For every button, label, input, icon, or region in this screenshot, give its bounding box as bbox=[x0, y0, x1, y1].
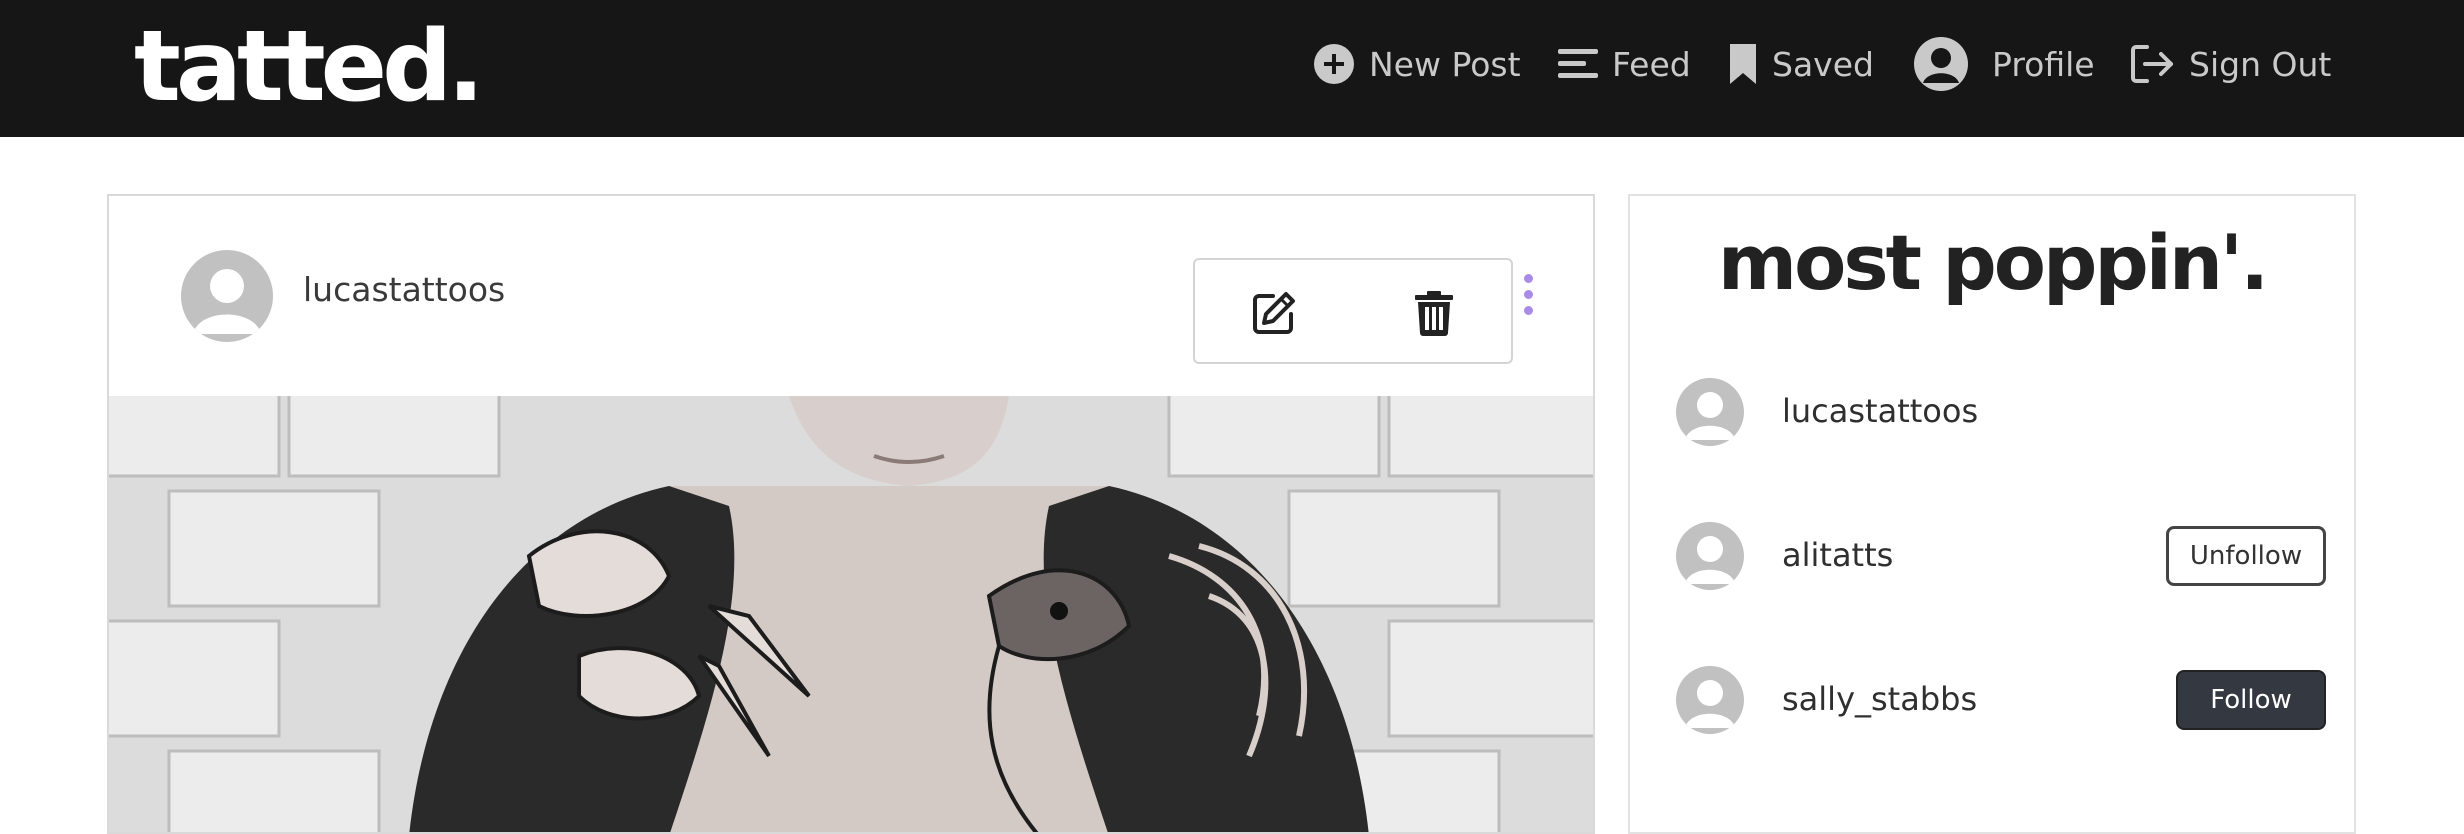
brand-logo[interactable]: tatted. bbox=[134, 6, 485, 128]
nav-saved[interactable]: Saved bbox=[1728, 38, 1874, 90]
edit-post-button[interactable] bbox=[1249, 288, 1299, 338]
plus-circle-icon bbox=[1314, 44, 1354, 84]
sidebar-title: most poppin'. bbox=[1717, 218, 2269, 307]
nav-profile-label: Profile bbox=[1992, 44, 2095, 84]
nav-sign-out-label: Sign Out bbox=[2189, 44, 2332, 84]
unfollow-button[interactable]: Unfollow bbox=[2166, 526, 2326, 586]
tattoo-photo bbox=[109, 396, 1593, 832]
nav-feed[interactable]: Feed bbox=[1558, 38, 1691, 90]
top-navbar: tatted. New Post Feed Saved Profile Sign… bbox=[0, 0, 2464, 137]
post-actions-panel bbox=[1193, 258, 1513, 364]
post-card: lucastattoos bbox=[107, 194, 1595, 834]
most-poppin-sidebar: most poppin'. lucastattoos alitatts Unfo… bbox=[1628, 194, 2356, 834]
feed-lines-icon bbox=[1558, 49, 1598, 78]
default-avatar-icon bbox=[1685, 392, 1735, 440]
nav-feed-label: Feed bbox=[1612, 44, 1691, 84]
user-avatar[interactable] bbox=[1676, 666, 1744, 734]
sign-out-icon bbox=[2131, 45, 2173, 83]
kebab-menu-icon[interactable] bbox=[1521, 274, 1535, 318]
user-username[interactable]: sally_stabbs bbox=[1782, 680, 1977, 718]
default-avatar-icon bbox=[1685, 680, 1735, 728]
default-avatar-icon bbox=[193, 269, 261, 334]
follow-button[interactable]: Follow bbox=[2176, 670, 2326, 730]
list-item[interactable]: lucastattoos bbox=[1676, 378, 2326, 448]
post-author-username[interactable]: lucastattoos bbox=[303, 270, 505, 309]
default-avatar-icon bbox=[1685, 536, 1735, 584]
post-author-avatar[interactable] bbox=[181, 250, 273, 342]
nav-new-post-label: New Post bbox=[1369, 44, 1521, 84]
list-item[interactable]: sally_stabbs Follow bbox=[1676, 666, 2326, 736]
nav-new-post[interactable]: New Post bbox=[1313, 38, 1521, 90]
edit-icon bbox=[1253, 292, 1295, 334]
nav-saved-label: Saved bbox=[1772, 44, 1874, 84]
user-avatar[interactable] bbox=[1676, 378, 1744, 446]
user-username[interactable]: alitatts bbox=[1782, 536, 1893, 574]
post-image[interactable] bbox=[109, 396, 1593, 832]
nav-sign-out[interactable]: Sign Out bbox=[2131, 38, 2331, 90]
list-item[interactable]: alitatts Unfollow bbox=[1676, 522, 2326, 592]
nav-profile[interactable]: Profile bbox=[1914, 37, 2095, 91]
delete-post-button[interactable] bbox=[1409, 288, 1459, 338]
user-avatar[interactable] bbox=[1676, 522, 1744, 590]
user-username[interactable]: lucastattoos bbox=[1782, 392, 1978, 430]
trash-icon bbox=[1415, 291, 1453, 336]
bookmark-icon bbox=[1730, 44, 1756, 84]
user-avatar-icon bbox=[1914, 37, 1968, 91]
